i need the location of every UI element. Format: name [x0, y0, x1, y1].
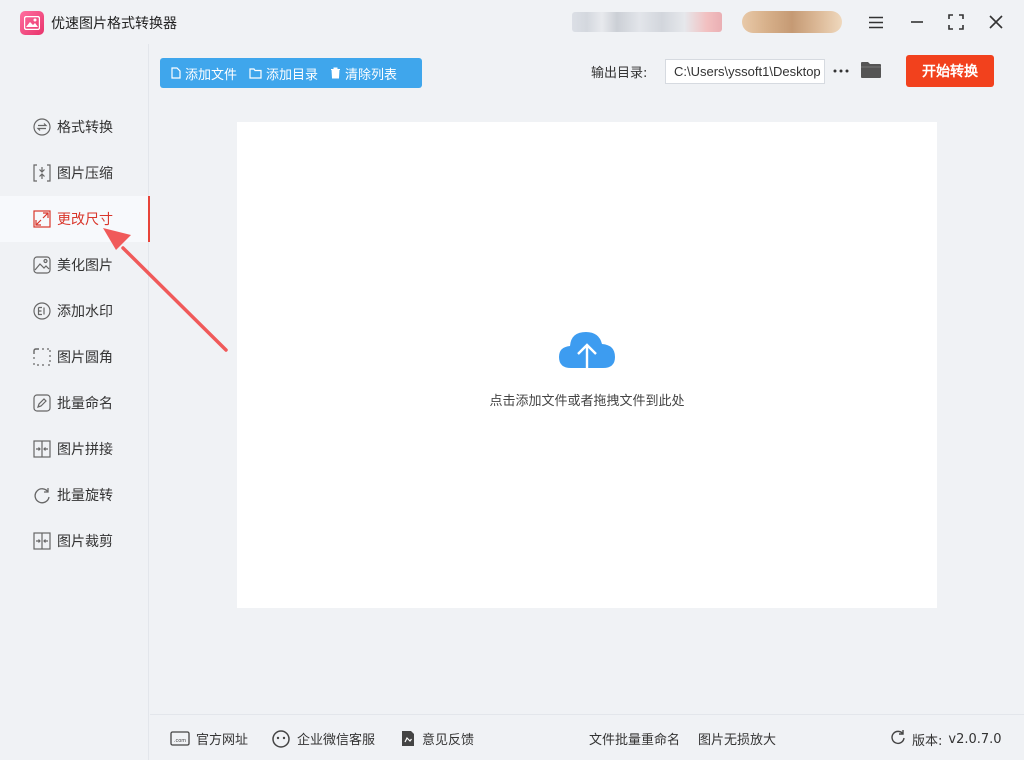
start-convert-button[interactable]: 开始转换	[906, 55, 994, 87]
drop-hint: 点击添加文件或者拖拽文件到此处	[489, 394, 685, 409]
version-value: v2.0.7.0	[948, 731, 1002, 747]
trash-icon	[331, 67, 341, 79]
feedback-icon	[400, 730, 416, 747]
version-info[interactable]: 版本: v2.0.7.0	[890, 729, 1002, 749]
svg-text:.com: .com	[174, 738, 186, 744]
upload-cloud-icon	[559, 332, 615, 380]
batch-rename-label: 文件批量重命名	[589, 733, 681, 748]
menu-icon[interactable]	[864, 10, 888, 34]
sidebar-item-label: 批量旋转	[57, 488, 113, 504]
file-drop-area[interactable]: 点击添加文件或者拖拽文件到此处	[237, 122, 937, 608]
clear-list-button[interactable]: 清除列表	[324, 58, 403, 88]
annotation-arrow-icon	[103, 228, 228, 352]
wechat-icon	[271, 729, 291, 748]
sidebar-item-format-convert[interactable]: 格式转换	[0, 104, 149, 150]
sidebar-item-label: 图片拼接	[57, 442, 113, 458]
official-website-link[interactable]: .com 官方网址	[170, 729, 248, 748]
app-logo-icon	[20, 11, 44, 35]
app-window: 优速图片格式转换器 格式转换 图片压缩 更改尺寸 美化图片 添加水印 图片圆角 …	[0, 0, 1024, 760]
sidebar-item-label: 图片裁剪	[57, 534, 113, 550]
vip-badge-blurred[interactable]	[742, 11, 842, 33]
close-icon[interactable]	[984, 10, 1008, 34]
more-dots-icon[interactable]	[832, 62, 850, 80]
title-bar: 优速图片格式转换器	[0, 0, 1024, 44]
sidebar-item-rotate[interactable]: 批量旋转	[0, 472, 149, 518]
clear-list-label: 清除列表	[345, 67, 398, 83]
file-toolbar: 添加文件 添加目录 清除列表	[160, 58, 422, 88]
feedback-label: 意见反馈	[422, 733, 475, 748]
minimize-icon[interactable]	[905, 10, 929, 34]
add-dir-label: 添加目录	[266, 67, 319, 83]
batch-rename-link[interactable]: 文件批量重命名	[589, 729, 680, 748]
add-dir-button[interactable]: 添加目录	[243, 58, 324, 88]
sidebar-item-label: 图片压缩	[57, 166, 113, 182]
app-title: 优速图片格式转换器	[51, 16, 177, 32]
official-website-label: 官方网址	[196, 733, 249, 748]
resize-icon	[32, 209, 52, 229]
folder-outline-icon	[249, 67, 262, 79]
website-icon: .com	[170, 731, 190, 746]
watermark-icon	[32, 301, 52, 321]
sidebar-item-rename[interactable]: 批量命名	[0, 380, 149, 426]
rename-icon	[32, 393, 52, 413]
sidebar-item-label: 批量命名	[57, 396, 113, 412]
sidebar-item-label: 格式转换	[57, 120, 113, 136]
output-dir-label: 输出目录:	[591, 66, 648, 81]
version-label: 版本:	[912, 733, 943, 749]
sidebar-item-compress[interactable]: 图片压缩	[0, 150, 149, 196]
user-account-blurred[interactable]	[572, 12, 722, 32]
rotate-icon	[32, 485, 52, 505]
sidebar: 格式转换 图片压缩 更改尺寸 美化图片 添加水印 图片圆角 批量命名 图片拼接 …	[0, 44, 150, 760]
open-folder-icon[interactable]	[860, 60, 882, 82]
maximize-icon[interactable]	[944, 10, 968, 34]
wechat-service-link[interactable]: 企业微信客服	[271, 729, 375, 748]
output-dir-field[interactable]: C:\Users\yssoft1\Desktop	[665, 59, 825, 84]
refresh-icon	[890, 729, 906, 749]
add-file-label: 添加文件	[185, 67, 238, 83]
sidebar-item-crop[interactable]: 图片裁剪	[0, 518, 149, 564]
lossless-enlarge-label: 图片无损放大	[698, 733, 777, 748]
wechat-service-label: 企业微信客服	[297, 733, 376, 748]
rounded-corner-icon	[32, 347, 52, 367]
stitch-icon	[32, 439, 52, 459]
feedback-link[interactable]: 意见反馈	[400, 729, 474, 748]
file-icon	[171, 67, 181, 79]
format-convert-icon	[32, 117, 52, 137]
compress-icon	[32, 163, 52, 183]
footer: .com 官方网址 企业微信客服 意见反馈 文件批量重命名 图片无损放大 版本:…	[150, 714, 1024, 760]
lossless-enlarge-link[interactable]: 图片无损放大	[698, 729, 776, 748]
beautify-icon	[32, 255, 52, 275]
sidebar-item-stitch[interactable]: 图片拼接	[0, 426, 149, 472]
add-file-button[interactable]: 添加文件	[165, 58, 243, 88]
crop-icon	[32, 531, 52, 551]
